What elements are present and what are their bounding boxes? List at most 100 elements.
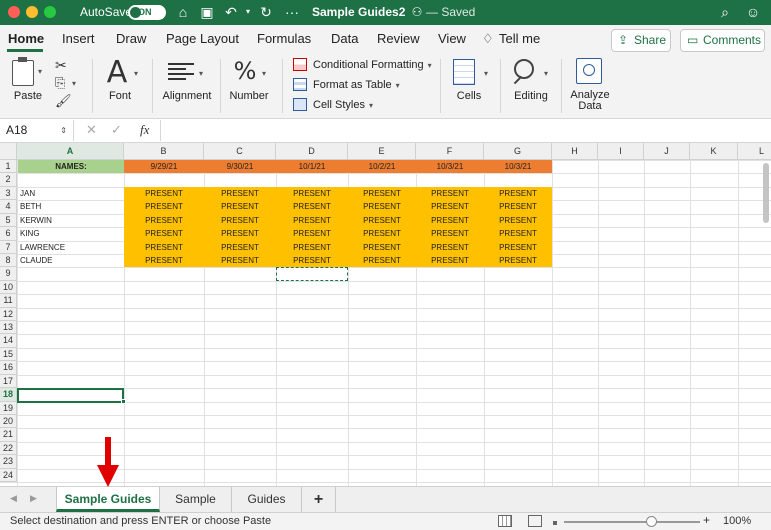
- attendance-cell[interactable]: PRESENT: [124, 200, 204, 214]
- attendance-cell[interactable]: PRESENT: [124, 186, 204, 201]
- attendance-cell[interactable]: PRESENT: [276, 253, 348, 268]
- next-sheet-icon[interactable]: ▶: [30, 493, 37, 504]
- date-header-cell[interactable]: 10/3/21: [416, 160, 484, 174]
- attendance-cell[interactable]: PRESENT: [348, 253, 416, 268]
- row-header-12[interactable]: 12: [0, 307, 17, 322]
- font-icon[interactable]: A: [104, 55, 130, 90]
- name-cell[interactable]: JAN: [20, 187, 124, 200]
- alignment-dropdown-icon[interactable]: ▾: [199, 69, 203, 78]
- editing-label[interactable]: Editing: [508, 90, 554, 102]
- row-header-17[interactable]: 17: [0, 374, 17, 389]
- attendance-cell[interactable]: PRESENT: [416, 213, 484, 228]
- attendance-cell[interactable]: PRESENT: [416, 253, 484, 268]
- autosave-toggle[interactable]: ON: [128, 5, 166, 20]
- attendance-cell[interactable]: PRESENT: [276, 213, 348, 228]
- tab-insert[interactable]: Insert: [62, 31, 95, 46]
- fill-handle[interactable]: [121, 398, 126, 404]
- paste-label[interactable]: Paste: [6, 90, 50, 102]
- row-header-19[interactable]: 19: [0, 401, 17, 415]
- zoom-slider-knob[interactable]: [646, 516, 657, 527]
- column-header-i[interactable]: I: [598, 143, 644, 160]
- row-header-23[interactable]: 23: [0, 455, 17, 469]
- number-dropdown-icon[interactable]: ▾: [262, 69, 266, 78]
- attendance-cell[interactable]: PRESENT: [348, 227, 416, 241]
- zoom-slider[interactable]: [564, 521, 700, 523]
- row-header-2[interactable]: 2: [0, 173, 17, 187]
- column-header-a[interactable]: A: [17, 143, 124, 160]
- insert-function-icon[interactable]: fx: [140, 122, 149, 138]
- row-header-16[interactable]: 16: [0, 361, 17, 375]
- confirm-entry-icon[interactable]: ✓: [111, 122, 122, 138]
- row-header-8[interactable]: 8: [0, 253, 17, 268]
- column-header-d[interactable]: D: [276, 143, 348, 160]
- row-header-4[interactable]: 4: [0, 200, 17, 214]
- row-header-5[interactable]: 5: [0, 213, 17, 228]
- attendance-cell[interactable]: PRESENT: [416, 200, 484, 214]
- analyze-data-label[interactable]: Analyze Data: [566, 90, 614, 112]
- name-cell[interactable]: BETH: [20, 200, 124, 213]
- column-header-f[interactable]: F: [416, 143, 484, 160]
- column-header-c[interactable]: C: [204, 143, 276, 160]
- attendance-cell[interactable]: PRESENT: [124, 253, 204, 268]
- column-header-h[interactable]: H: [552, 143, 598, 160]
- name-box-stepper-icon[interactable]: ⇕: [60, 120, 67, 141]
- attendance-cell[interactable]: PRESENT: [124, 213, 204, 228]
- redo-icon[interactable]: ↻: [257, 3, 275, 21]
- row-header-1[interactable]: 1: [0, 160, 17, 174]
- copy-icon[interactable]: ⎘: [55, 75, 65, 91]
- more-commands-icon[interactable]: ···: [283, 3, 301, 21]
- active-cell-a18[interactable]: [17, 388, 124, 403]
- attendance-cell[interactable]: PRESENT: [204, 186, 276, 201]
- attendance-cell[interactable]: PRESENT: [484, 227, 552, 241]
- attendance-cell[interactable]: PRESENT: [416, 240, 484, 254]
- column-header-e[interactable]: E: [348, 143, 416, 160]
- row-header-18[interactable]: 18: [0, 388, 17, 402]
- tab-review[interactable]: Review: [377, 31, 420, 46]
- attendance-cell[interactable]: PRESENT: [276, 186, 348, 201]
- save-icon[interactable]: ▣: [198, 3, 216, 21]
- row-header-7[interactable]: 7: [0, 240, 17, 254]
- attendance-cell[interactable]: PRESENT: [416, 186, 484, 201]
- select-all-corner[interactable]: [0, 143, 17, 160]
- zoom-out-icon[interactable]: [553, 521, 557, 525]
- attendance-cell[interactable]: PRESENT: [348, 213, 416, 228]
- attendance-cell[interactable]: PRESENT: [204, 253, 276, 268]
- percent-icon[interactable]: %: [231, 57, 259, 85]
- tab-view[interactable]: View: [438, 31, 466, 46]
- tab-data[interactable]: Data: [331, 31, 358, 46]
- attendance-cell[interactable]: PRESENT: [204, 200, 276, 214]
- paste-icon[interactable]: [12, 57, 34, 86]
- attendance-cell[interactable]: PRESENT: [484, 213, 552, 228]
- attendance-cell[interactable]: PRESENT: [348, 240, 416, 254]
- sheet-tab-guides[interactable]: Guides: [232, 487, 302, 512]
- column-header-g[interactable]: G: [484, 143, 552, 160]
- zoom-in-icon[interactable]: +: [703, 513, 710, 527]
- close-window-button[interactable]: [8, 6, 20, 18]
- attendance-cell[interactable]: PRESENT: [124, 227, 204, 241]
- attendance-cell[interactable]: PRESENT: [276, 240, 348, 254]
- editing-dropdown-icon[interactable]: ▾: [544, 69, 548, 78]
- prev-sheet-icon[interactable]: ◀: [10, 493, 17, 504]
- comments-button[interactable]: ▭ Comments: [680, 29, 765, 52]
- tell-me-search[interactable]: Tell me: [499, 31, 540, 46]
- row-header-20[interactable]: 20: [0, 414, 17, 429]
- name-cell[interactable]: LAWRENCE: [20, 241, 124, 254]
- alignment-label[interactable]: Alignment: [160, 90, 214, 102]
- date-header-cell[interactable]: 9/30/21: [204, 160, 276, 174]
- cells-icon[interactable]: [453, 59, 475, 85]
- copy-dropdown-icon[interactable]: ▾: [72, 79, 76, 88]
- page-layout-view-icon[interactable]: [528, 515, 542, 527]
- attendance-cell[interactable]: PRESENT: [484, 240, 552, 254]
- sheet-tab-sample-guides[interactable]: Sample Guides: [56, 487, 160, 512]
- search-magnifier-icon[interactable]: [514, 59, 534, 79]
- names-header-cell[interactable]: NAMES:: [18, 160, 124, 174]
- row-header-21[interactable]: 21: [0, 428, 17, 442]
- sheet-tab-sample[interactable]: Sample: [160, 487, 232, 512]
- formula-input[interactable]: [160, 120, 771, 141]
- cell-styles-button[interactable]: Cell Styles ▾: [293, 97, 373, 113]
- row-header-22[interactable]: 22: [0, 441, 17, 456]
- row-header-13[interactable]: 13: [0, 321, 17, 335]
- attendance-cell[interactable]: PRESENT: [276, 200, 348, 214]
- column-header-b[interactable]: B: [124, 143, 204, 160]
- date-header-cell[interactable]: 10/2/21: [348, 160, 416, 174]
